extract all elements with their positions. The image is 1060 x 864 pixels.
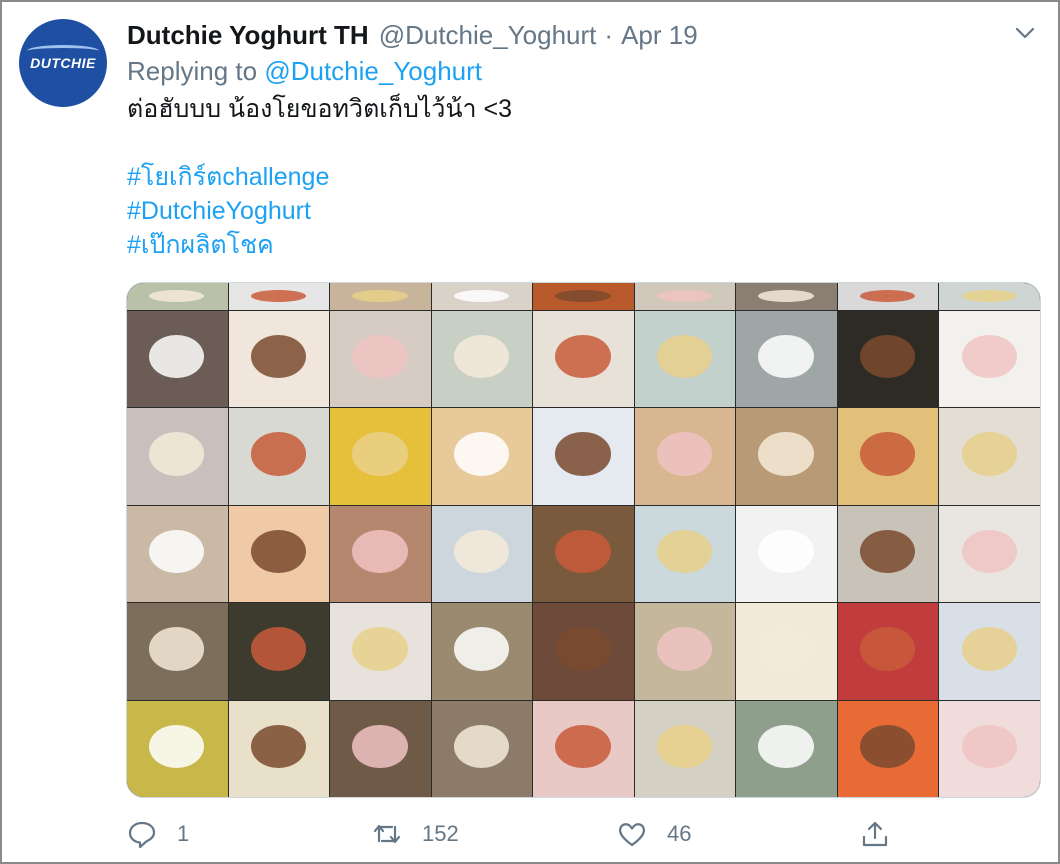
collage-photo (228, 311, 330, 408)
like-button[interactable]: 46 (617, 814, 691, 854)
tweet-date[interactable]: Apr 19 (621, 20, 698, 51)
collage-photo (837, 700, 939, 797)
collage-photo (837, 408, 939, 505)
collage-photo (228, 505, 330, 603)
collage-photo (736, 603, 837, 700)
collage-photo (533, 505, 634, 603)
collage-photo (736, 408, 837, 505)
tweet-header: Dutchie Yoghurt TH @Dutchie_Yoghurt · Ap… (127, 20, 998, 54)
retweet-icon (373, 824, 401, 844)
avatar-brand-text: DUTCHIE (30, 55, 96, 71)
collage-photo (939, 505, 1040, 603)
collage-photo (431, 700, 533, 797)
reply-mention-link[interactable]: @Dutchie_Yoghurt (264, 56, 482, 86)
collage-photo (533, 283, 634, 310)
separator-dot: · (604, 20, 614, 50)
collage-photo (330, 408, 431, 505)
tweet-text: ต่อฮับบบ น้องโยขอทวิตเก็บไว้น้า <3 (127, 95, 513, 123)
collage-photo (634, 700, 736, 797)
hashtag-list: #โยเกิร์ตchallenge #DutchieYoghurt #เป๊ก… (127, 160, 329, 262)
retweet-button[interactable]: 152 (372, 814, 459, 854)
collage-photo (533, 311, 634, 408)
collage-photo (127, 505, 228, 603)
avatar[interactable]: DUTCHIE (19, 19, 107, 107)
tweet-card: DUTCHIE Dutchie Yoghurt TH @Dutchie_Yogh… (0, 0, 1060, 864)
collage-photo (736, 700, 837, 797)
collage-photo (228, 700, 330, 797)
collage-photo (736, 505, 837, 603)
collage-photo (330, 283, 431, 310)
collage-photo (228, 283, 330, 310)
display-name[interactable]: Dutchie Yoghurt TH (127, 20, 369, 51)
collage-photo (127, 311, 228, 408)
reply-icon (128, 821, 156, 849)
collage-photo (431, 408, 533, 505)
heart-icon (619, 823, 645, 847)
collage-photo (533, 408, 634, 505)
user-handle[interactable]: @Dutchie_Yoghurt (379, 20, 597, 51)
collage-photo (939, 311, 1040, 408)
collage-photo (634, 311, 736, 408)
reply-count: 1 (177, 821, 190, 846)
collage-photo (837, 311, 939, 408)
collage-photo (127, 408, 228, 505)
share-icon (862, 821, 888, 847)
replying-to-label: Replying to (127, 56, 258, 86)
collage-photo (533, 700, 634, 797)
collage-photo (634, 408, 736, 505)
collage-photo (228, 603, 330, 700)
collage-photo (127, 603, 228, 700)
collage-photo (431, 311, 533, 408)
collage-photo (939, 408, 1040, 505)
collage-photo (127, 700, 228, 797)
collage-photo (736, 311, 837, 408)
collage-photo (837, 505, 939, 603)
collage-photo (330, 603, 431, 700)
collage-photo (837, 603, 939, 700)
collage-photo (431, 283, 533, 310)
collage-photo (228, 408, 330, 505)
chevron-down-icon[interactable] (1014, 24, 1036, 42)
reply-button[interactable]: 1 (127, 814, 189, 854)
photo-collage (127, 283, 1040, 797)
collage-photo (533, 603, 634, 700)
collage-photo (939, 700, 1040, 797)
tweet-image[interactable] (126, 282, 1041, 798)
tweet-actions: 1 152 46 (127, 814, 897, 854)
collage-photo (634, 283, 736, 310)
share-button[interactable] (860, 814, 890, 854)
hashtag-link[interactable]: #DutchieYoghurt (127, 194, 329, 228)
collage-photo (736, 283, 837, 310)
collage-photo (431, 505, 533, 603)
collage-photo (431, 603, 533, 700)
collage-photo (634, 603, 736, 700)
collage-photo (939, 283, 1040, 310)
hashtag-link[interactable]: #โยเกิร์ตchallenge (127, 160, 329, 194)
collage-photo (330, 311, 431, 408)
collage-photo (330, 505, 431, 603)
retweet-count: 152 (422, 821, 459, 846)
collage-photo (634, 505, 736, 603)
collage-photo (330, 700, 431, 797)
replying-to-line: Replying to @Dutchie_Yoghurt (127, 56, 482, 87)
collage-photo (127, 283, 228, 310)
collage-photo (939, 603, 1040, 700)
collage-photo (837, 283, 939, 310)
hashtag-link[interactable]: #เป๊กผลิตโชค (127, 228, 329, 262)
like-count: 46 (667, 821, 692, 846)
